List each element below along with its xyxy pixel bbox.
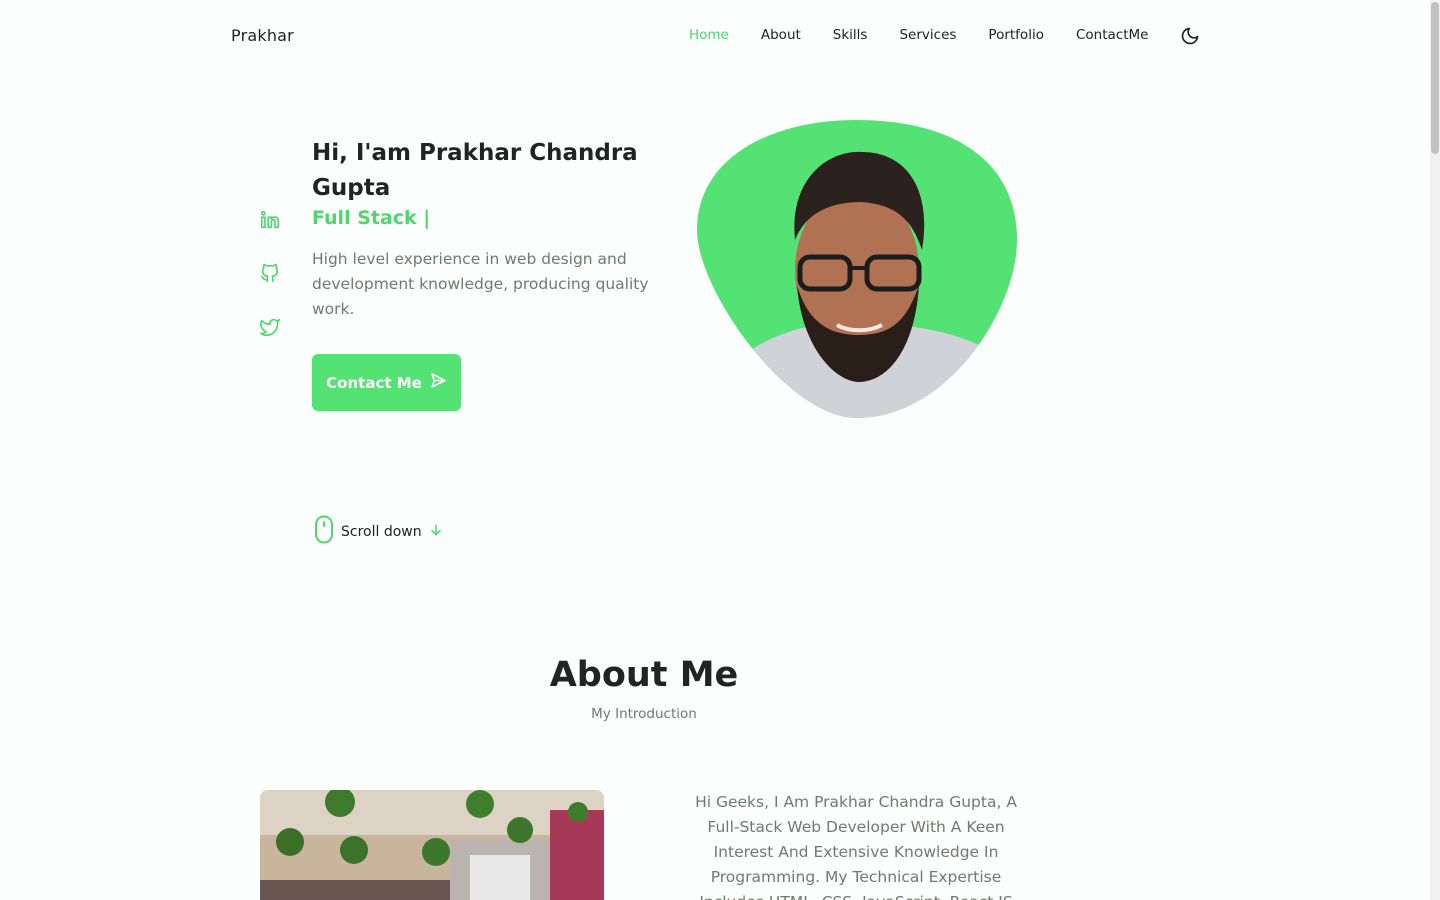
mouse-icon	[314, 515, 334, 548]
site-header: Prakhar Home About Skills Services Portf…	[0, 0, 1430, 72]
main-nav: Home About Skills Services Portfolio Con…	[689, 27, 1180, 43]
contact-me-label: Contact Me	[326, 373, 422, 392]
site-logo[interactable]: Prakhar	[231, 26, 294, 45]
hero-description: High level experience in web design and …	[312, 250, 649, 318]
hero-subtitle: Full Stack |	[312, 207, 431, 229]
nav-home[interactable]: Home	[689, 27, 729, 43]
about-subtitle: My Introduction	[591, 706, 697, 722]
twitter-icon[interactable]	[259, 316, 281, 338]
scroll-down-link[interactable]: Scroll down	[314, 515, 443, 548]
nav-portfolio[interactable]: Portfolio	[988, 27, 1044, 43]
scrollbar-track[interactable]	[1430, 0, 1440, 900]
hero-title: Hi, I'am Prakhar Chandra Gupta	[312, 140, 638, 201]
linkedin-icon[interactable]	[259, 209, 281, 231]
nav-about[interactable]: About	[761, 27, 801, 43]
moon-icon[interactable]	[1180, 26, 1200, 46]
nav-contactme[interactable]: ContactMe	[1076, 27, 1148, 43]
scroll-down-label: Scroll down	[341, 523, 422, 540]
profile-image	[697, 120, 1017, 418]
send-icon	[430, 372, 447, 393]
nav-services[interactable]: Services	[899, 27, 956, 43]
scrollbar-thumb[interactable]	[1431, 2, 1439, 154]
contact-me-button[interactable]: Contact Me	[312, 354, 461, 411]
about-text: Hi Geeks, I Am Prakhar Chandra Gupta, A …	[695, 793, 1017, 900]
nav-skills[interactable]: Skills	[833, 27, 868, 43]
about-photo	[260, 790, 604, 900]
github-icon[interactable]	[259, 262, 281, 284]
arrow-down-icon	[429, 522, 443, 541]
about-title: About Me	[549, 655, 739, 695]
